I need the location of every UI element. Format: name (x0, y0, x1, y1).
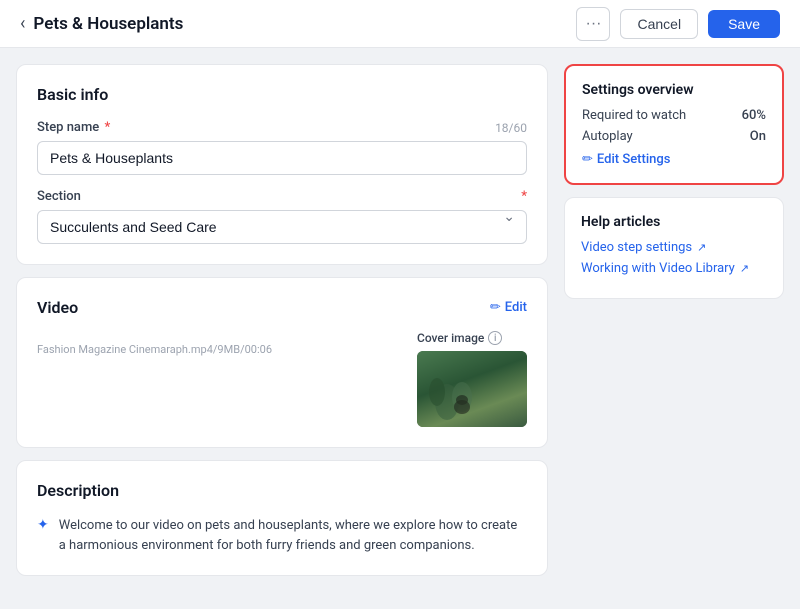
video-content: Fashion Magazine Cinemaraph.mp4/9MB/00:0… (37, 331, 527, 427)
dots-icon: ··· (585, 15, 601, 33)
step-name-input[interactable] (37, 141, 527, 175)
description-card: Description ✦ Welcome to our video on pe… (16, 460, 548, 576)
pencil-icon: ✏ (582, 152, 593, 167)
required-to-watch-row: Required to watch 60% (582, 108, 766, 123)
step-name-group: Step name * 18/60 (37, 120, 527, 175)
char-count: 18/60 (495, 121, 527, 135)
header-right: ··· Cancel Save (576, 7, 780, 41)
more-options-button[interactable]: ··· (576, 7, 610, 41)
autoplay-label: Autoplay (582, 129, 633, 144)
section-group: Section * Succulents and Seed Care ⌄ (37, 189, 527, 244)
sparkle-icon: ✦ (37, 517, 49, 533)
description-title: Description (37, 481, 527, 500)
help-link-video-step-settings[interactable]: Video step settings ↗ (581, 240, 767, 255)
edit-video-button[interactable]: ✏ Edit (490, 300, 527, 315)
description-content: ✦ Welcome to our video on pets and house… (37, 516, 527, 555)
section-required-asterisk: * (521, 189, 527, 204)
section-select[interactable]: Succulents and Seed Care (37, 210, 527, 244)
step-name-label: Step name * (37, 120, 110, 135)
required-to-watch-value: 60% (742, 108, 766, 123)
info-icon[interactable]: i (488, 331, 502, 345)
main-layout: Basic info Step name * 18/60 Section * (0, 48, 800, 592)
basic-info-card: Basic info Step name * 18/60 Section * (16, 64, 548, 265)
video-card: Video ✏ Edit (16, 277, 548, 448)
cover-image-label: Cover image i (417, 331, 527, 345)
left-column: Basic info Step name * 18/60 Section * (16, 64, 548, 576)
page-title: Pets & Houseplants (33, 14, 183, 34)
settings-overview-card: Settings overview Required to watch 60% … (564, 64, 784, 185)
autoplay-value: On (750, 129, 766, 144)
edit-icon: ✏ (490, 300, 501, 315)
external-link-icon-0: ↗ (697, 241, 706, 254)
header: ‹ Pets & Houseplants ··· Cancel Save (0, 0, 800, 48)
basic-info-title: Basic info (37, 85, 527, 104)
autoplay-row: Autoplay On (582, 129, 766, 144)
required-to-watch-label: Required to watch (582, 108, 686, 123)
description-text: Welcome to our video on pets and housepl… (59, 516, 527, 555)
cover-image[interactable] (417, 351, 527, 427)
video-metadata: Fashion Magazine Cinemaraph.mp4/9MB/00:0… (37, 343, 405, 356)
right-column: Settings overview Required to watch 60% … (564, 64, 784, 299)
required-asterisk: * (104, 120, 110, 135)
help-articles-title: Help articles (581, 214, 767, 230)
header-left: ‹ Pets & Houseplants (20, 13, 183, 34)
cover-image-area: Cover image i (417, 331, 527, 427)
cover-image-detail (427, 372, 477, 422)
cancel-button[interactable]: Cancel (620, 9, 698, 39)
settings-overview-title: Settings overview (582, 82, 766, 98)
video-section-title: Video (37, 298, 78, 317)
external-link-icon-1: ↗ (740, 262, 749, 275)
video-card-header: Video ✏ Edit (37, 298, 527, 317)
help-link-video-library[interactable]: Working with Video Library ↗ (581, 261, 767, 276)
section-label: Section * (37, 189, 527, 204)
step-name-label-row: Step name * 18/60 (37, 120, 527, 135)
back-arrow-icon[interactable]: ‹ (20, 13, 25, 34)
edit-settings-button[interactable]: ✏ Edit Settings (582, 152, 766, 167)
help-articles-card: Help articles Video step settings ↗ Work… (564, 197, 784, 299)
save-button[interactable]: Save (708, 10, 780, 38)
